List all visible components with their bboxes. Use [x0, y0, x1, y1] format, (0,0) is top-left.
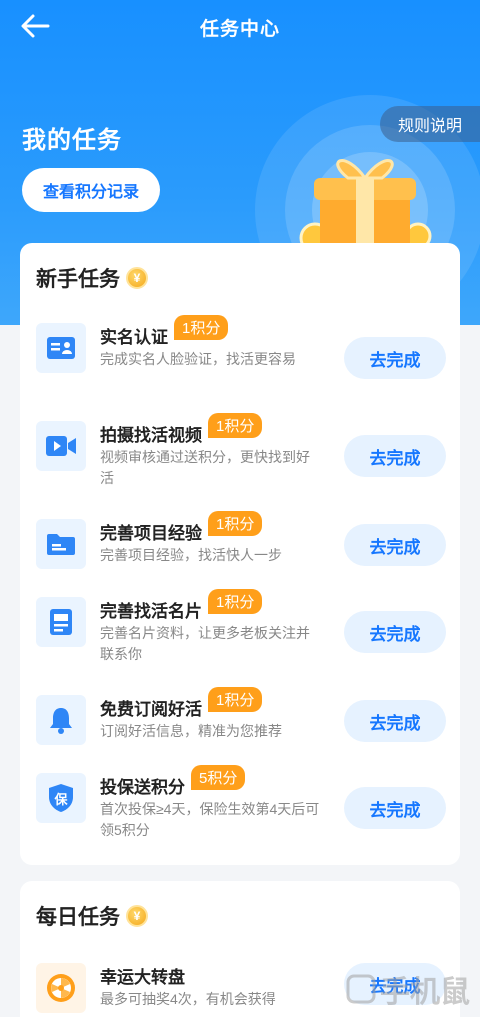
hero-title: 我的任务: [22, 127, 122, 154]
points-badge: 1积分: [208, 511, 263, 536]
task-name: 拍摄找活视频 1积分: [100, 413, 263, 446]
coin-icon: ¥: [126, 905, 148, 927]
go-complete-button[interactable]: 去完成: [344, 611, 446, 653]
go-complete-button[interactable]: 去完成: [344, 787, 446, 829]
task-desc: 完善名片资料，让更多老板关注并联系你: [100, 625, 310, 662]
go-complete-button[interactable]: 去完成: [344, 700, 446, 742]
task-name-text: 投保送积分: [100, 778, 185, 797]
watermark: 手机鼠: [346, 967, 470, 1011]
task-name-text: 完善项目经验: [100, 524, 202, 543]
task-item: 完善找活名片 1积分 完善名片资料，让更多老板关注并联系你 去完成: [36, 589, 446, 667]
bell-icon: [36, 695, 86, 745]
section-title-newbie: 新手任务 ¥: [36, 263, 148, 293]
task-desc: 完成实名人脸验证，找活更容易: [100, 351, 296, 367]
watermark-text: 手机鼠: [380, 976, 470, 1009]
task-item: 拍摄找活视频 1积分 视频审核通过送积分，更快找到好活 去完成: [36, 413, 446, 491]
task-name: 免费订阅好活 1积分: [100, 687, 263, 720]
points-badge: 1积分: [174, 315, 229, 340]
task-item: 完善项目经验 1积分 完善项目经验，找活快人一步 去完成: [36, 511, 446, 575]
go-complete-button[interactable]: 去完成: [344, 337, 446, 379]
task-item: 保 投保送积分 5积分 首次投保≥4天，保险生效第4天后可领5积分 去完成: [36, 765, 446, 843]
task-name: 实名认证 1积分: [100, 315, 229, 348]
go-complete-button[interactable]: 去完成: [344, 435, 446, 477]
section-title-text: 新手任务: [36, 268, 120, 291]
task-desc: 最多可抽奖4次，有机会获得: [100, 991, 276, 1007]
task-desc: 完善项目经验，找活快人一步: [100, 547, 282, 563]
points-badge: 1积分: [208, 687, 263, 712]
id-card-icon: [36, 323, 86, 373]
points-badge: 1积分: [208, 413, 263, 438]
newbie-tasks-card: 新手任务 ¥ 实名认证 1积分 完成实名人脸验证，找活更容易 去完成 拍摄找活视…: [20, 243, 460, 865]
task-name: 幸运大转盘: [100, 963, 185, 988]
task-name-text: 拍摄找活视频: [100, 426, 202, 445]
task-name-text: 完善找活名片: [100, 602, 202, 621]
go-complete-button[interactable]: 去完成: [344, 524, 446, 566]
shield-label: 保: [54, 791, 68, 807]
watermark-logo-icon: [346, 974, 376, 1004]
section-title-text: 每日任务: [36, 906, 120, 929]
points-badge: 5积分: [191, 765, 246, 790]
rules-button[interactable]: 规则说明: [380, 106, 480, 142]
points-record-button[interactable]: 查看积分记录: [22, 168, 160, 212]
task-name-text: 实名认证: [100, 328, 168, 347]
folder-icon: [36, 519, 86, 569]
points-badge: 1积分: [208, 589, 263, 614]
wheel-icon: [36, 963, 86, 1013]
document-icon: [36, 597, 86, 647]
gift-box-icon: [299, 159, 432, 250]
task-item: 实名认证 1积分 完成实名人脸验证，找活更容易 去完成: [36, 315, 446, 393]
task-item: 免费订阅好活 1积分 订阅好活信息，精准为您推荐 去完成: [36, 687, 446, 751]
page-title: 任务中心: [199, 19, 280, 40]
task-desc: 首次投保≥4天，保险生效第4天后可领5积分: [100, 801, 320, 838]
nav-bar: 任务中心: [0, 0, 480, 52]
coin-icon: ¥: [126, 267, 148, 289]
video-icon: [36, 421, 86, 471]
task-name: 完善找活名片 1积分: [100, 589, 263, 622]
task-desc: 订阅好活信息，精准为您推荐: [100, 723, 282, 739]
shield-icon: 保: [36, 773, 86, 823]
task-name-text: 幸运大转盘: [100, 968, 185, 987]
task-name-text: 免费订阅好活: [100, 700, 202, 719]
task-desc: 视频审核通过送积分，更快找到好活: [100, 449, 310, 486]
task-name: 投保送积分 5积分: [100, 765, 246, 798]
section-title-daily: 每日任务 ¥: [36, 901, 148, 931]
task-name: 完善项目经验 1积分: [100, 511, 263, 544]
